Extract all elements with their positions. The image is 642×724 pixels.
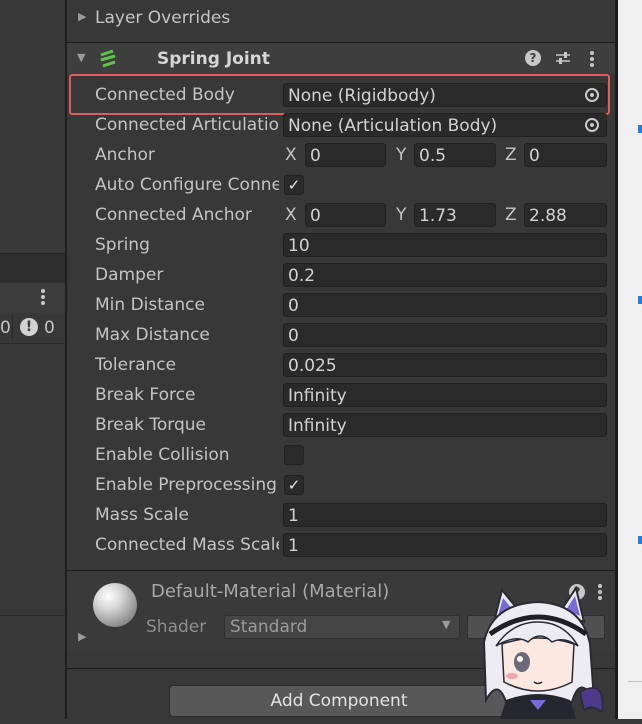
connected-articulation-value: None (Articulation Body) xyxy=(288,116,498,136)
strip-line xyxy=(628,681,642,682)
damper-value: 0.2 xyxy=(288,266,316,286)
object-picker-icon[interactable] xyxy=(585,88,599,102)
add-component-button[interactable]: Add Component xyxy=(169,685,509,717)
count-a: 0 xyxy=(0,318,11,338)
connected-mass-scale-value: 1 xyxy=(288,536,299,556)
mascot-overlay xyxy=(472,582,620,719)
min-distance-label: Min Distance xyxy=(95,295,205,315)
layer-overrides-foldout-icon[interactable]: ▶ xyxy=(78,10,86,23)
mass-scale-value: 1 xyxy=(288,506,299,526)
material-preview-sphere xyxy=(93,583,137,627)
anchor-z-value: 0 xyxy=(529,146,540,166)
auto-configure-checkbox[interactable]: ✓ xyxy=(284,175,304,195)
left-divider-line xyxy=(12,315,13,341)
break-torque-label: Break Torque xyxy=(95,415,207,435)
anchor-y-field[interactable]: 0.5 xyxy=(414,143,496,167)
connected-anchor-x-field[interactable]: 0 xyxy=(305,203,386,227)
connected-anchor-z-label: Z xyxy=(505,205,517,225)
min-distance-value: 0 xyxy=(288,296,299,316)
left-panel-divider xyxy=(0,253,66,284)
anchor-label: Anchor xyxy=(95,145,155,165)
damper-label: Damper xyxy=(95,265,164,285)
warning-icon: ! xyxy=(20,318,38,336)
left-panel-counts: 0 ! 0 xyxy=(0,313,66,344)
connected-body-value: None (Rigidbody) xyxy=(288,86,436,106)
material-title: Default-Material (Material) xyxy=(151,581,390,602)
anchor-z-label: Z xyxy=(505,145,517,165)
spring-joint-title: Spring Joint xyxy=(157,49,270,69)
max-distance-label: Max Distance xyxy=(95,325,210,345)
break-force-label: Break Force xyxy=(95,385,196,405)
material-foldout-icon[interactable]: ▶ xyxy=(78,630,86,643)
object-picker-icon[interactable] xyxy=(585,118,599,132)
anchor-y-label: Y xyxy=(396,145,407,165)
mass-scale-field[interactable]: 1 xyxy=(283,503,607,527)
break-force-field[interactable]: Infinity xyxy=(283,383,607,407)
left-panel xyxy=(0,0,66,719)
anchor-x-label: X xyxy=(285,145,297,165)
blue-marker xyxy=(638,536,642,544)
blue-marker xyxy=(638,125,642,133)
break-torque-field[interactable]: Infinity xyxy=(283,413,607,437)
add-component-label: Add Component xyxy=(270,691,408,711)
dropdown-arrow-icon: ▼ xyxy=(442,618,451,631)
enable-preprocessing-label: Enable Preprocessing xyxy=(95,475,277,495)
component-menu-icon[interactable] xyxy=(587,49,597,69)
connected-anchor-y-field[interactable]: 1.73 xyxy=(414,203,496,227)
connected-articulation-field[interactable]: None (Articulation Body) xyxy=(283,113,607,137)
anchor-z-field[interactable]: 0 xyxy=(524,143,607,167)
break-torque-value: Infinity xyxy=(288,416,347,436)
spring-joint-icon xyxy=(99,49,117,68)
auto-configure-label: Auto Configure Connected Anchor xyxy=(95,175,279,195)
left-panel-header xyxy=(0,283,66,314)
break-force-value: Infinity xyxy=(288,386,347,406)
shader-value: Standard xyxy=(230,617,308,637)
spring-value: 10 xyxy=(288,236,310,256)
anchor-x-value: 0 xyxy=(310,146,321,166)
damper-field[interactable]: 0.2 xyxy=(283,263,607,287)
anchor-y-value: 0.5 xyxy=(419,146,447,166)
right-scene-strip xyxy=(618,0,642,719)
connected-articulation-label: Connected Articulation Body xyxy=(95,115,279,135)
help-icon[interactable]: ? xyxy=(525,50,541,66)
connected-anchor-z-value: 2.88 xyxy=(529,206,567,226)
layer-overrides-label[interactable]: Layer Overrides xyxy=(95,4,230,32)
max-distance-field[interactable]: 0 xyxy=(283,323,607,347)
enable-collision-checkbox[interactable] xyxy=(284,445,304,465)
anchor-x-field[interactable]: 0 xyxy=(305,143,386,167)
spring-joint-header[interactable]: ▼ Spring Joint ? xyxy=(67,43,615,74)
tolerance-field[interactable]: 0.025 xyxy=(283,353,607,377)
tolerance-label: Tolerance xyxy=(95,355,177,375)
mass-scale-label: Mass Scale xyxy=(95,505,189,525)
max-distance-value: 0 xyxy=(288,326,299,346)
tolerance-value: 0.025 xyxy=(288,356,337,376)
preset-icon[interactable] xyxy=(555,50,571,66)
foldout-arrow-icon[interactable]: ▼ xyxy=(77,51,85,64)
connected-anchor-y-value: 1.73 xyxy=(419,206,457,226)
min-distance-field[interactable]: 0 xyxy=(283,293,607,317)
shader-label: Shader xyxy=(146,617,207,637)
connected-body-label: Connected Body xyxy=(95,85,235,105)
enable-preprocessing-checkbox[interactable]: ✓ xyxy=(284,475,304,495)
shader-dropdown[interactable]: Standard ▼ xyxy=(224,615,460,639)
connected-anchor-z-field[interactable]: 2.88 xyxy=(524,203,607,227)
connected-anchor-label: Connected Anchor xyxy=(95,205,252,225)
connected-anchor-x-value: 0 xyxy=(310,206,321,226)
connected-body-field[interactable]: None (Rigidbody) xyxy=(283,83,607,107)
spring-label: Spring xyxy=(95,235,150,255)
spring-field[interactable]: 10 xyxy=(283,233,607,257)
connected-anchor-y-label: Y xyxy=(396,205,407,225)
connected-anchor-x-label: X xyxy=(285,205,297,225)
enable-collision-label: Enable Collision xyxy=(95,445,230,465)
blue-marker xyxy=(638,296,642,304)
connected-mass-scale-label: Connected Mass Scale xyxy=(95,535,279,555)
vertical-ellipsis-icon[interactable] xyxy=(38,286,48,308)
connected-mass-scale-field[interactable]: 1 xyxy=(283,533,607,557)
count-b: 0 xyxy=(44,318,55,338)
left-panel-separator xyxy=(0,615,66,616)
